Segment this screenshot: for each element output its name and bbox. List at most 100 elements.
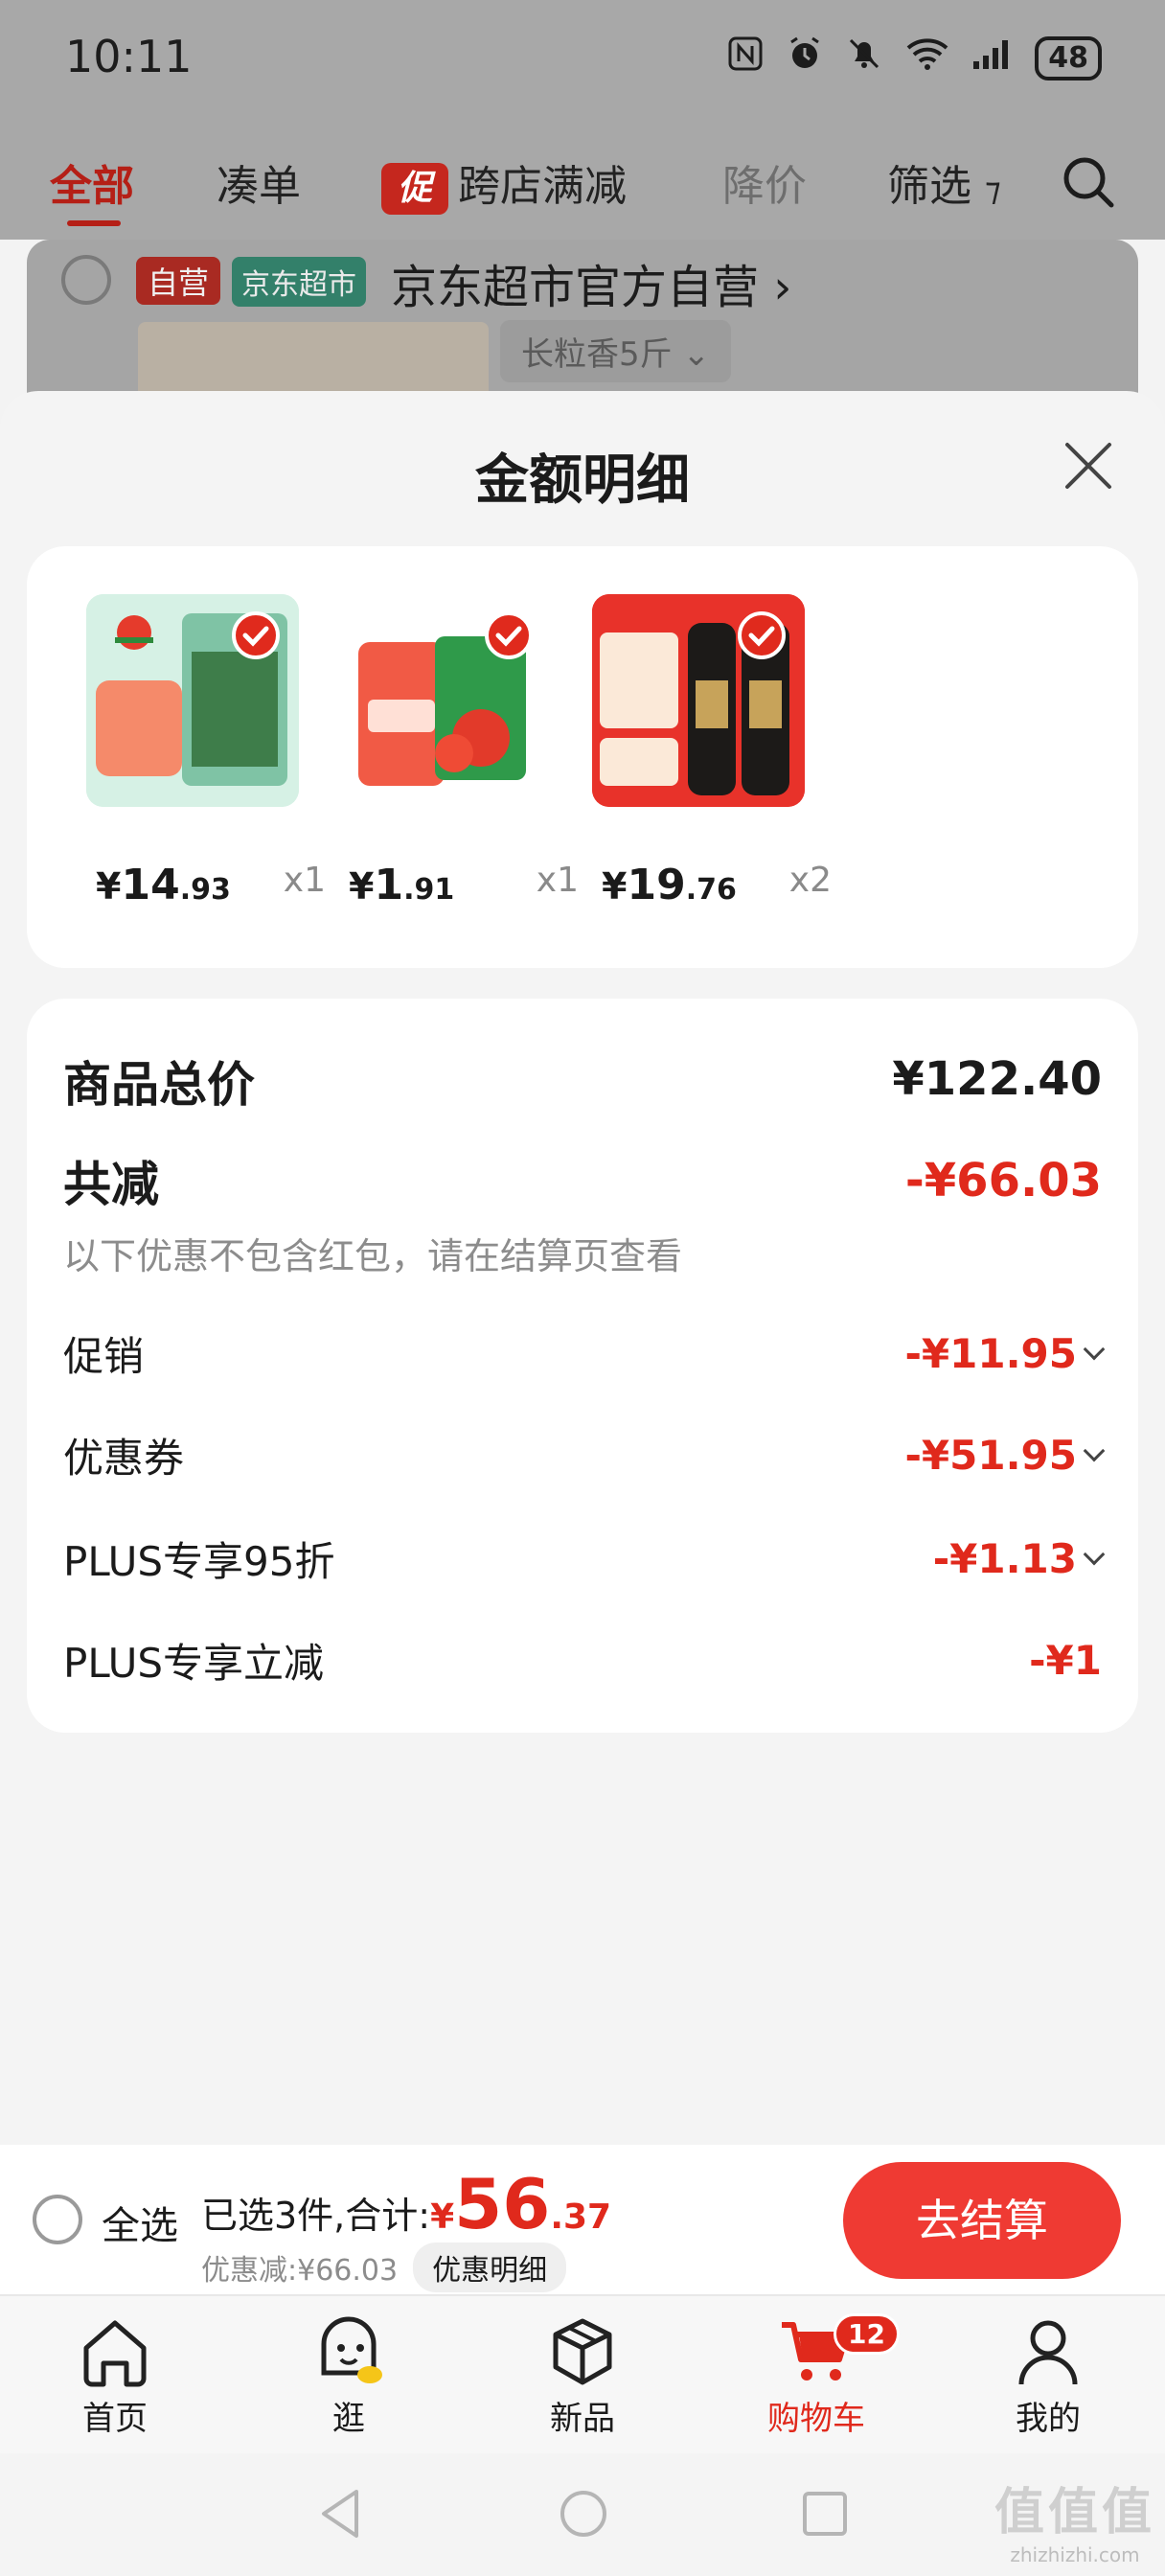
self-operated-tag: 自营 [136, 257, 221, 305]
tab-browse-label: 逛 [332, 2400, 365, 2438]
checked-icon [232, 611, 280, 659]
price-symbol: ¥ [96, 865, 122, 908]
tab-home[interactable]: 首页 [19, 2312, 211, 2439]
filter-all[interactable]: 全部 [50, 151, 134, 226]
wifi-icon [904, 34, 950, 81]
chevron-down-icon [1083, 1439, 1106, 1461]
spec-selector[interactable]: 长粒香5斤 ⌄ [500, 320, 731, 382]
jd-supermarket-tag: 京东超市 [232, 257, 366, 307]
status-time: 10:11 [65, 31, 193, 82]
total-reduction-value: -¥66.03 [904, 1154, 1102, 1208]
chevron-down-icon [1083, 1543, 1106, 1565]
price-integer: 1 [374, 861, 404, 909]
total-decimal: .37 [550, 2197, 612, 2237]
promo-badge: 促 [381, 163, 448, 215]
watermark-url: zhizhizhi.com [1010, 2543, 1140, 2566]
close-icon[interactable] [1062, 439, 1115, 493]
filter-bar: 全部 凑单 促跨店满减 降价 筛选 ⁊ [0, 115, 1165, 240]
plus-discount-amount: -¥1.13 [932, 1535, 1077, 1582]
amount-detail-sheet: 金额明细 ¥ 14 .93 x1 ¥ 1 .91 x1 ¥ 19 .76 x2 … [0, 391, 1165, 2145]
price-decimal: .76 [685, 873, 737, 907]
watermark: 值值值 zhizhizhi.com [994, 2472, 1155, 2566]
tab-browse[interactable]: 逛 [253, 2312, 445, 2439]
discount-note: 以下优惠不包含红包，请在结算页查看 [63, 1235, 683, 1277]
total-symbol: ¥ [430, 2197, 455, 2237]
tab-new-products[interactable]: 新品 [487, 2312, 678, 2439]
coupon-amount: -¥51.95 [904, 1432, 1077, 1479]
filter-bundle[interactable]: 凑单 [217, 151, 301, 213]
browse-icon [321, 2316, 382, 2383]
tab-profile-label: 我的 [1016, 2400, 1081, 2438]
filter-cross-store[interactable]: 促跨店满减 [381, 151, 627, 215]
tab-new-products-label: 新品 [550, 2400, 615, 2438]
tab-cart[interactable]: 12 购物车 [720, 2312, 912, 2439]
filter-label: 筛选 [887, 162, 971, 211]
product-price: ¥ 14 .93 x1 [96, 861, 326, 909]
chevron-down-icon [1083, 1338, 1106, 1360]
sheet-title: 金额明细 [475, 449, 690, 512]
product-quantity: x1 [536, 861, 579, 900]
home-icon [83, 2320, 147, 2387]
promotion-amount: -¥11.95 [904, 1330, 1077, 1377]
total-reduction-label: 共减 [63, 1157, 159, 1212]
price-decimal: .91 [403, 873, 455, 907]
battery-indicator: 48 [1035, 35, 1102, 80]
watermark-logo: 值值值 [994, 2484, 1155, 2542]
summary-card: 商品总价 ¥122.40 共减 -¥66.03 以下优惠不包含红包，请在结算页查… [27, 999, 1138, 1733]
product-price: ¥ 19 .76 x2 [602, 861, 832, 909]
soy-sauce-image [592, 594, 805, 807]
discount-line: 优惠减:¥66.03 优惠明细 [201, 2242, 567, 2292]
product-quantity: x2 [788, 861, 832, 900]
checkout-bar: 全选 已选3件,合计: ¥ 56 .37 优惠减:¥66.03 优惠明细 去结算 [0, 2145, 1165, 2294]
product-item[interactable]: ¥ 14 .93 x1 [86, 594, 326, 909]
tomato-sauce-image [339, 594, 552, 807]
checkout-button[interactable]: 去结算 [843, 2162, 1121, 2279]
filter-funnel-icon: ⁊ [985, 171, 1001, 209]
total-integer: 56 [454, 2164, 551, 2244]
bottom-tab-bar: 首页 逛 新品 12 购物车 我的 [0, 2294, 1165, 2453]
price-decimal: .93 [179, 873, 231, 907]
price-symbol: ¥ [349, 865, 375, 908]
rice-bag-image [86, 594, 299, 807]
checked-icon [485, 611, 533, 659]
nfc-icon [726, 34, 765, 81]
filter-cross-store-label: 跨店满减 [458, 162, 627, 211]
promotion-label: 促销 [63, 1333, 145, 1380]
coupon-value[interactable]: -¥51.95 [904, 1432, 1106, 1479]
promotion-value[interactable]: -¥11.95 [904, 1330, 1106, 1377]
checked-icon [738, 611, 786, 659]
back-icon[interactable] [308, 2480, 376, 2547]
selected-summary: 已选3件,合计: ¥ 56 .37 [201, 2164, 611, 2244]
tab-cart-label: 购物车 [767, 2400, 865, 2438]
product-price: ¥ 1 .91 x1 [349, 861, 579, 909]
tab-home-label: 首页 [82, 2400, 148, 2438]
recents-icon[interactable] [791, 2480, 858, 2547]
search-icon[interactable] [1060, 153, 1117, 215]
total-price-label: 商品总价 [63, 1057, 255, 1113]
store-select-checkbox[interactable] [61, 255, 111, 305]
plus-reduction-label: PLUS专享立减 [63, 1640, 325, 1687]
select-all-label[interactable]: 全选 [102, 2195, 178, 2250]
status-icons: 48 [726, 34, 1102, 81]
product-item[interactable]: ¥ 1 .91 x1 [339, 594, 579, 909]
mute-icon [845, 34, 883, 81]
home-nav-icon[interactable] [550, 2480, 617, 2547]
select-all-checkbox[interactable] [33, 2195, 82, 2244]
status-bar: 10:11 48 [0, 0, 1165, 115]
cart-count-badge: 12 [834, 2313, 900, 2355]
price-symbol: ¥ [602, 865, 628, 908]
coupon-label: 优惠券 [63, 1435, 185, 1482]
plus-reduction-amount: -¥1 [1029, 1637, 1102, 1684]
filter-price-drop[interactable]: 降价 [722, 151, 807, 213]
plus-discount-value[interactable]: -¥1.13 [932, 1535, 1106, 1582]
discount-amount-text: 优惠减:¥66.03 [201, 2254, 399, 2288]
store-name-link[interactable]: 京东超市官方自营 › [391, 249, 791, 316]
tab-profile[interactable]: 我的 [952, 2312, 1144, 2439]
discount-detail-button[interactable]: 优惠明细 [413, 2242, 567, 2292]
plus-discount-label: PLUS专享95折 [63, 1538, 335, 1585]
filter-options[interactable]: 筛选 ⁊ [887, 151, 1001, 213]
product-quantity: x1 [283, 861, 326, 900]
system-nav-bar: 值值值 zhizhizhi.com [0, 2453, 1165, 2576]
product-item[interactable]: ¥ 19 .76 x2 [592, 594, 832, 909]
products-card: ¥ 14 .93 x1 ¥ 1 .91 x1 ¥ 19 .76 x2 [27, 546, 1138, 968]
